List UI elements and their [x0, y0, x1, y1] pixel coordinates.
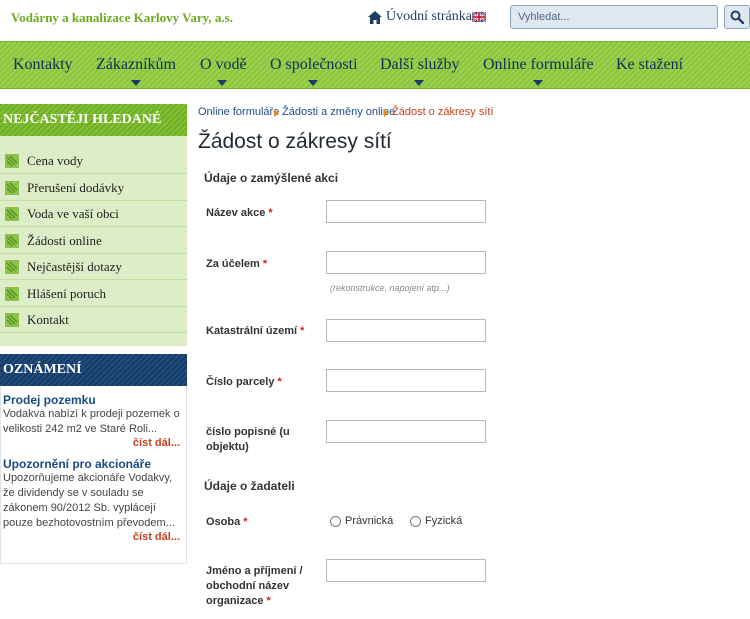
nav-item-online-formulare[interactable]: Online formuláře [483, 56, 594, 74]
breadcrumb-separator-icon [384, 109, 389, 117]
main-nav: Kontakty Zákazníkům O vodě O společnosti… [0, 41, 750, 89]
read-more-link[interactable]: číst dál... [133, 437, 180, 449]
frequent-menu: Cena vody Přerušení dodávky Voda ve vaší… [0, 136, 187, 346]
field-label-katastralni-uzemi: Katastrální území * [206, 325, 305, 337]
sidebar-item-zadosti-online[interactable]: Žádosti online [0, 228, 187, 254]
sidebar-item-label: Kontakt [27, 311, 69, 327]
sidebar-item-preruseni-dodavky[interactable]: Přerušení dodávky [0, 175, 187, 201]
field-label-jmeno: Jméno a příjmení / obchodní název organi… [206, 565, 303, 607]
cislo-popisne-input[interactable] [326, 420, 486, 443]
search-button[interactable] [724, 5, 750, 29]
sidebar-item-label: Žádosti online [27, 232, 102, 248]
news-item-title[interactable]: Upozornění pro akcionáře [3, 457, 151, 471]
page-title: Žádost o zákresy sítí [198, 130, 392, 153]
read-more-link[interactable]: číst dál... [133, 531, 180, 543]
sidebar-item-label: Voda ve vaší obci [27, 205, 119, 221]
news-item-title[interactable]: Prodej pozemku [3, 393, 96, 407]
water-drop-icon [5, 180, 19, 195]
sidebar-item-label: Nejčastější dotazy [27, 258, 122, 274]
za-ucelem-hint: (rekonstrukce, napojení atp...) [330, 283, 450, 293]
nav-item-ke-stazeni[interactable]: Ke stažení [616, 56, 683, 74]
sidebar-item-label: Cena vody [27, 152, 83, 168]
field-label-nazev-akce: Název akce * [206, 207, 273, 219]
osoba-pravnicka-label[interactable]: Právnická [345, 515, 393, 527]
cislo-parcely-input[interactable] [326, 369, 486, 392]
home-link-label: Úvodní stránka [386, 9, 472, 24]
nazev-akce-input[interactable] [326, 200, 486, 223]
chevron-down-icon [308, 80, 318, 86]
water-drop-icon [5, 286, 19, 301]
chevron-down-icon [131, 80, 141, 86]
news-item-text: Vodakva nabízí k prodeji pozemek o velik… [3, 408, 180, 435]
section-title-zadatel: Údaje o žadateli [204, 479, 295, 493]
field-label-osoba: Osoba * [206, 516, 248, 528]
breadcrumb-separator-icon [274, 109, 279, 117]
news-item-text: Upozorňujeme akcionáře Vodakvy, že divid… [3, 472, 175, 529]
sidebar-item-hlaseni-poruch[interactable]: Hlášení poruch [0, 281, 187, 307]
breadcrumb-item[interactable]: Online formuláře [198, 106, 279, 118]
frequent-heading: NEJČASTĚJI HLEDANÉ [0, 104, 187, 136]
chevron-down-icon [217, 80, 227, 86]
osoba-fyzicka-label[interactable]: Fyzická [425, 515, 462, 527]
field-label-cislo-parcely: Číslo parcely * [206, 376, 282, 388]
home-link[interactable]: Úvodní stránka [368, 9, 472, 25]
osoba-pravnicka-radio[interactable] [330, 516, 341, 527]
sidebar-item-label: Hlášení poruch [27, 285, 107, 301]
sidebar-item-voda-ve-vasi-obci[interactable]: Voda ve vaší obci [0, 201, 187, 227]
field-label-cislo-popisne: číslo popisné (u objektu) [206, 426, 290, 453]
nav-item-zakaznikum[interactable]: Zákazníkům [96, 56, 176, 74]
sidebar-item-label: Přerušení dodávky [27, 179, 125, 195]
water-drop-icon [5, 312, 19, 327]
home-icon [368, 10, 382, 24]
breadcrumb-item[interactable]: Žádosti a změny online [282, 106, 395, 118]
nav-item-dalsi-sluzby[interactable]: Další služby [380, 56, 460, 74]
sidebar-item-cena-vody[interactable]: Cena vody [0, 148, 187, 174]
nav-item-kontakty[interactable]: Kontakty [13, 56, 73, 74]
water-drop-icon [5, 153, 19, 168]
sidebar-item-kontakt[interactable]: Kontakt [0, 307, 187, 333]
news-panel: Prodej pozemku Vodakva nabízí k prodeji … [0, 386, 187, 564]
jmeno-input[interactable] [326, 559, 486, 582]
za-ucelem-input[interactable] [326, 251, 486, 274]
water-drop-icon [5, 206, 19, 221]
chevron-down-icon [414, 80, 424, 86]
field-label-za-ucelem: Za účelem * [206, 258, 268, 270]
english-flag-icon[interactable] [472, 12, 486, 22]
nav-item-o-vode[interactable]: O vodě [200, 56, 247, 74]
search-input[interactable] [510, 5, 718, 29]
osoba-fyzicka-radio[interactable] [410, 516, 421, 527]
breadcrumb-current: Žádost o zákresy sítí [392, 106, 494, 118]
nav-item-o-spolecnosti[interactable]: O společnosti [270, 56, 358, 74]
chevron-down-icon [533, 80, 543, 86]
water-drop-icon [5, 233, 19, 248]
news-heading: OZNÁMENÍ [0, 354, 187, 386]
search-icon [730, 10, 744, 24]
water-drop-icon [5, 259, 19, 274]
katastralni-uzemi-input[interactable] [326, 319, 486, 342]
sidebar-item-nejcastejsi-dotazy[interactable]: Nejčastější dotazy [0, 254, 187, 280]
site-brand[interactable]: Vodárny a kanalizace Karlovy Vary, a.s. [11, 10, 233, 26]
section-title-akce: Údaje o zamýšlené akci [204, 171, 339, 185]
